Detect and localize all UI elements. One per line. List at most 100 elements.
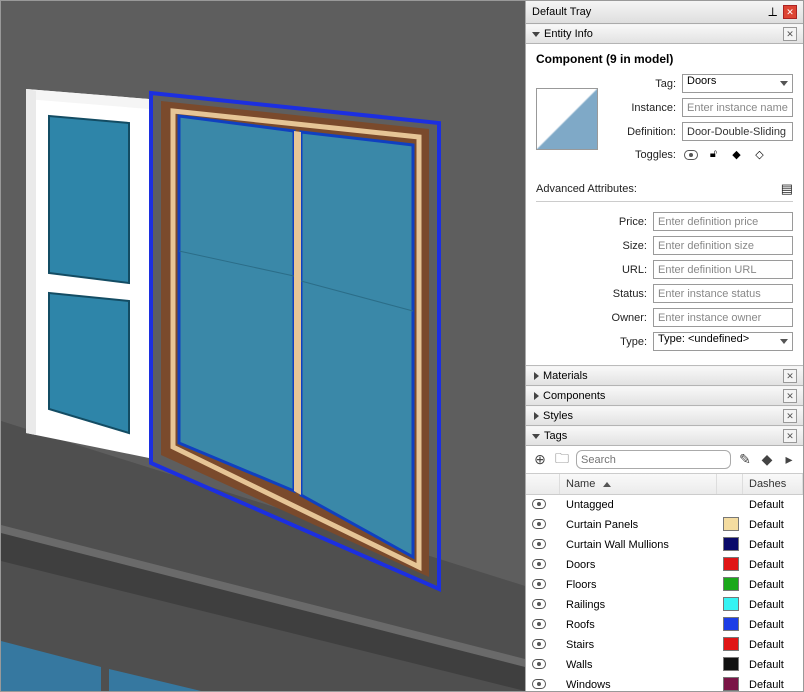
tag-color-swatch[interactable]: [723, 637, 739, 651]
panel-header-entity-info[interactable]: Entity Info ✕: [526, 24, 803, 44]
tag-name: Curtain Panels: [560, 519, 717, 531]
tag-row[interactable]: Untagged Default: [526, 495, 803, 515]
price-input[interactable]: [653, 212, 793, 231]
tag-dashes[interactable]: Default: [743, 579, 803, 591]
tag-color-swatch[interactable]: [723, 597, 739, 611]
shadows-receive-icon[interactable]: ◇: [751, 146, 768, 163]
panel-close-components[interactable]: ✕: [783, 389, 797, 403]
add-tag-folder-icon[interactable]: 🗀︎: [554, 452, 570, 468]
visibility-toggle-icon[interactable]: [532, 599, 546, 609]
tags-menu-icon[interactable]: ▸: [781, 452, 797, 468]
panel-close-tags[interactable]: ✕: [783, 429, 797, 443]
tag-row[interactable]: Stairs Default: [526, 635, 803, 655]
tags-list[interactable]: UntaggedDefaultCurtain PanelsDefaultCurt…: [526, 495, 803, 691]
tag-dashes[interactable]: Default: [743, 599, 803, 611]
visibility-toggle-icon[interactable]: [532, 659, 546, 669]
advanced-options-icon[interactable]: ▤: [781, 181, 793, 197]
panel-close-entity-info[interactable]: ✕: [783, 27, 797, 41]
column-name[interactable]: Name: [560, 474, 717, 494]
tag-row[interactable]: WallsDefault: [526, 655, 803, 675]
instance-input[interactable]: [682, 98, 793, 117]
visibility-toggle-icon[interactable]: [682, 146, 699, 163]
tag-dashes[interactable]: Default: [743, 619, 803, 631]
tag-row[interactable]: Railings Default: [526, 595, 803, 615]
viewport-3d[interactable]: [1, 1, 525, 691]
visibility-toggle-icon[interactable]: [532, 619, 546, 629]
tag-name: Stairs: [560, 639, 717, 651]
tag-dashes[interactable]: Default: [743, 499, 803, 511]
tags-body: ⊕ 🗀︎ ✎ ◆ ▸ Name Dashes UntaggedDefaultCu…: [526, 446, 803, 691]
panel-close-materials[interactable]: ✕: [783, 369, 797, 383]
tag-dashes[interactable]: Default: [743, 519, 803, 531]
visibility-toggle-icon[interactable]: [532, 539, 546, 549]
component-thumbnail[interactable]: [536, 88, 598, 150]
component-count-title: Component (9 in model): [536, 52, 793, 66]
tag-name: Roofs: [560, 619, 717, 631]
add-tag-icon[interactable]: ⊕: [532, 452, 548, 468]
tags-toolbar: ⊕ 🗀︎ ✎ ◆ ▸: [526, 446, 803, 474]
url-input[interactable]: [653, 260, 793, 279]
price-label: Price:: [536, 216, 647, 228]
scene-svg: [1, 1, 525, 691]
tag-color-swatch[interactable]: [723, 657, 739, 671]
tag-dashes[interactable]: Default: [743, 559, 803, 571]
tag-name: Railings: [560, 599, 717, 611]
column-dashes[interactable]: Dashes: [743, 474, 803, 494]
size-label: Size:: [536, 240, 647, 252]
purge-tags-icon[interactable]: ◆: [759, 452, 775, 468]
panel-header-materials[interactable]: Materials ✕: [526, 366, 803, 386]
chevron-right-icon: [534, 412, 539, 420]
panel-header-styles[interactable]: Styles ✕: [526, 406, 803, 426]
type-select[interactable]: Type: <undefined>: [653, 332, 793, 351]
tray-close-button[interactable]: ✕: [783, 5, 797, 19]
panel-header-tags[interactable]: Tags ✕: [526, 426, 803, 446]
visibility-toggle-icon[interactable]: [532, 679, 546, 689]
chevron-right-icon: [534, 372, 539, 380]
tray-title-text: Default Tray: [532, 6, 591, 18]
tag-color-swatch[interactable]: [723, 537, 739, 551]
panel-header-components[interactable]: Components ✕: [526, 386, 803, 406]
tag-color-swatch[interactable]: [723, 617, 739, 631]
visibility-toggle-icon[interactable]: [532, 499, 546, 509]
default-tray: Default Tray ⟂ ✕ Entity Info ✕ Component…: [525, 1, 803, 691]
chevron-down-icon: [532, 434, 540, 439]
tag-dashes[interactable]: Default: [743, 679, 803, 691]
tag-color-swatch[interactable]: [723, 577, 739, 591]
tag-select[interactable]: Doors: [682, 74, 793, 93]
tags-search-input[interactable]: [576, 450, 731, 469]
definition-input[interactable]: [682, 122, 793, 141]
status-input[interactable]: [653, 284, 793, 303]
size-input[interactable]: [653, 236, 793, 255]
chevron-right-icon: [534, 392, 539, 400]
tag-row[interactable]: Curtain Wall Mullions Default: [526, 535, 803, 555]
tag-row[interactable]: Curtain Panels Default: [526, 515, 803, 535]
lock-toggle-icon[interactable]: 🔓︎: [705, 146, 722, 163]
pin-icon[interactable]: ⟂: [768, 4, 777, 20]
visibility-toggle-icon[interactable]: [532, 519, 546, 529]
visibility-toggle-icon[interactable]: [532, 639, 546, 649]
tag-name: Curtain Wall Mullions: [560, 539, 717, 551]
sort-asc-icon: [603, 482, 611, 487]
tag-dashes[interactable]: Default: [743, 539, 803, 551]
url-label: URL:: [536, 264, 647, 276]
tag-row[interactable]: WindowsDefault: [526, 675, 803, 691]
tag-row[interactable]: Roofs Default: [526, 615, 803, 635]
tag-color-swatch[interactable]: [723, 677, 739, 691]
tag-color-swatch[interactable]: [723, 517, 739, 531]
owner-label: Owner:: [536, 312, 647, 324]
tray-titlebar[interactable]: Default Tray ⟂ ✕: [526, 1, 803, 24]
tag-name: Doors: [560, 559, 717, 571]
visibility-toggle-icon[interactable]: [532, 579, 546, 589]
tag-row[interactable]: FloorsDefault: [526, 575, 803, 595]
tag-dashes[interactable]: Default: [743, 639, 803, 651]
tag-name: Untagged: [560, 499, 717, 511]
tags-columns-header: Name Dashes: [526, 474, 803, 495]
color-by-tag-icon[interactable]: ✎: [737, 452, 753, 468]
shadows-cast-icon[interactable]: ◆: [728, 146, 745, 163]
panel-close-styles[interactable]: ✕: [783, 409, 797, 423]
tag-row[interactable]: Doors Default: [526, 555, 803, 575]
tag-color-swatch[interactable]: [723, 557, 739, 571]
tag-dashes[interactable]: Default: [743, 659, 803, 671]
visibility-toggle-icon[interactable]: [532, 559, 546, 569]
owner-input[interactable]: [653, 308, 793, 327]
